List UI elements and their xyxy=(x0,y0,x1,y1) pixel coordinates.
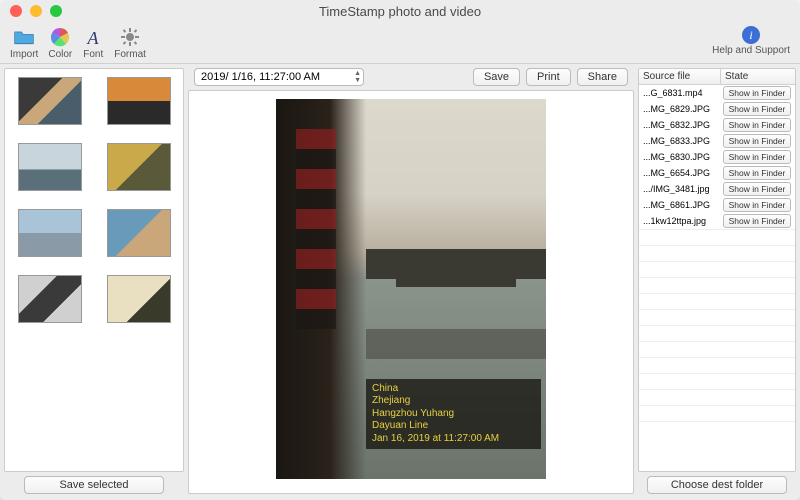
table-row[interactable]: ...MG_6833.JPGShow in Finder xyxy=(639,133,795,149)
thumbnail-item[interactable] xyxy=(18,143,82,191)
thumbnail-item[interactable] xyxy=(107,275,171,323)
column-header-source[interactable]: Source file xyxy=(639,69,721,84)
stepper-arrows-icon[interactable]: ▲▼ xyxy=(354,70,361,84)
color-button[interactable]: Color xyxy=(48,26,72,60)
show-in-finder-button[interactable]: Show in Finder xyxy=(723,86,791,100)
show-in-finder-button[interactable]: Show in Finder xyxy=(723,214,791,228)
thumbnail-item[interactable] xyxy=(18,209,82,257)
table-row[interactable]: .../IMG_3481.jpgShow in Finder xyxy=(639,181,795,197)
table-header: Source file State xyxy=(639,69,795,85)
color-wheel-icon xyxy=(49,26,71,48)
show-in-finder-button[interactable]: Show in Finder xyxy=(723,134,791,148)
file-name-cell: ...MG_6833.JPG xyxy=(639,136,721,146)
thumbnail-item[interactable] xyxy=(107,209,171,257)
thumbnail-item[interactable] xyxy=(107,77,171,125)
file-name-cell: .../IMG_3481.jpg xyxy=(639,184,721,194)
window-title: TimeStamp photo and video xyxy=(8,4,792,19)
stamp-line: China xyxy=(372,383,535,396)
app-window: TimeStamp photo and video Import Color A… xyxy=(0,0,800,500)
datetime-stepper[interactable]: 2019/ 1/16, 11:27:00 AM ▲▼ xyxy=(194,68,364,86)
color-label: Color xyxy=(48,49,72,60)
table-row[interactable]: ...MG_6830.JPGShow in Finder xyxy=(639,149,795,165)
info-icon: i xyxy=(742,26,760,44)
titlebar: TimeStamp photo and video xyxy=(0,0,800,22)
show-in-finder-button[interactable]: Show in Finder xyxy=(723,182,791,196)
file-table: Source file State ...G_6831.mp4Show in F… xyxy=(638,68,796,472)
file-name-cell: ...MG_6654.JPG xyxy=(639,168,721,178)
photo-preview[interactable]: China Zhejiang Hangzhou Yuhang Dayuan Li… xyxy=(276,99,546,479)
preview-panel: 2019/ 1/16, 11:27:00 AM ▲▼ Save Print Sh… xyxy=(188,68,634,494)
file-name-cell: ...MG_6829.JPG xyxy=(639,104,721,114)
stamp-line: Zhejiang xyxy=(372,395,535,408)
font-button[interactable]: A Font xyxy=(82,26,104,60)
file-name-cell: ...MG_6832.JPG xyxy=(639,120,721,130)
font-label: Font xyxy=(83,49,103,60)
font-icon: A xyxy=(82,26,104,48)
table-row[interactable]: ...MG_6832.JPGShow in Finder xyxy=(639,117,795,133)
table-row[interactable]: ...MG_6654.JPGShow in Finder xyxy=(639,165,795,181)
timestamp-overlay: China Zhejiang Hangzhou Yuhang Dayuan Li… xyxy=(366,379,541,450)
table-row[interactable]: ...1kw12ttpa.jpgShow in Finder xyxy=(639,213,795,229)
preview-area: China Zhejiang Hangzhou Yuhang Dayuan Li… xyxy=(188,90,634,494)
format-button[interactable]: Format xyxy=(114,26,146,60)
thumbnail-grid[interactable] xyxy=(4,68,184,472)
stamp-line: Hangzhou Yuhang xyxy=(372,408,535,421)
toolbar: Import Color A Font Format xyxy=(0,22,800,64)
main-area: Save selected 2019/ 1/16, 11:27:00 AM ▲▼… xyxy=(0,64,800,500)
import-button[interactable]: Import xyxy=(10,26,38,60)
save-button[interactable]: Save xyxy=(473,68,520,86)
table-row[interactable]: ...G_6831.mp4Show in Finder xyxy=(639,85,795,101)
show-in-finder-button[interactable]: Show in Finder xyxy=(723,102,791,116)
zoom-window-button[interactable] xyxy=(50,5,62,17)
close-window-button[interactable] xyxy=(10,5,22,17)
file-list-panel: Source file State ...G_6831.mp4Show in F… xyxy=(638,68,796,494)
stamp-line: Dayuan Line xyxy=(372,420,535,433)
table-body[interactable]: ...G_6831.mp4Show in Finder ...MG_6829.J… xyxy=(639,85,795,471)
file-name-cell: ...MG_6861.JPG xyxy=(639,200,721,210)
show-in-finder-button[interactable]: Show in Finder xyxy=(723,150,791,164)
share-button[interactable]: Share xyxy=(577,68,628,86)
traffic-lights xyxy=(10,5,62,17)
file-name-cell: ...G_6831.mp4 xyxy=(639,88,721,98)
minimize-window-button[interactable] xyxy=(30,5,42,17)
file-name-cell: ...MG_6830.JPG xyxy=(639,152,721,162)
table-row[interactable]: ...MG_6829.JPGShow in Finder xyxy=(639,101,795,117)
help-label: Help and Support xyxy=(712,45,790,56)
choose-dest-folder-button[interactable]: Choose dest folder xyxy=(647,476,787,494)
help-button[interactable]: i Help and Support xyxy=(712,26,790,56)
import-label: Import xyxy=(10,49,38,60)
format-label: Format xyxy=(114,49,146,60)
save-selected-button[interactable]: Save selected xyxy=(24,476,164,494)
thumbnail-item[interactable] xyxy=(18,77,82,125)
datetime-value: 2019/ 1/16, 11:27:00 AM xyxy=(201,71,320,83)
toolbar-left: Import Color A Font Format xyxy=(10,26,146,60)
preview-toolbar: 2019/ 1/16, 11:27:00 AM ▲▼ Save Print Sh… xyxy=(188,68,634,86)
column-header-state[interactable]: State xyxy=(721,69,795,84)
print-button[interactable]: Print xyxy=(526,68,571,86)
svg-text:A: A xyxy=(87,28,100,47)
show-in-finder-button[interactable]: Show in Finder xyxy=(723,198,791,212)
stamp-line: Jan 16, 2019 at 11:27:00 AM xyxy=(372,433,535,446)
thumbnail-item[interactable] xyxy=(18,275,82,323)
file-name-cell: ...1kw12ttpa.jpg xyxy=(639,216,721,226)
thumbnail-item[interactable] xyxy=(107,143,171,191)
empty-rows xyxy=(639,229,795,437)
folder-import-icon xyxy=(13,26,35,48)
thumbnail-panel: Save selected xyxy=(4,68,184,494)
table-row[interactable]: ...MG_6861.JPGShow in Finder xyxy=(639,197,795,213)
show-in-finder-button[interactable]: Show in Finder xyxy=(723,118,791,132)
gear-icon xyxy=(119,26,141,48)
show-in-finder-button[interactable]: Show in Finder xyxy=(723,166,791,180)
